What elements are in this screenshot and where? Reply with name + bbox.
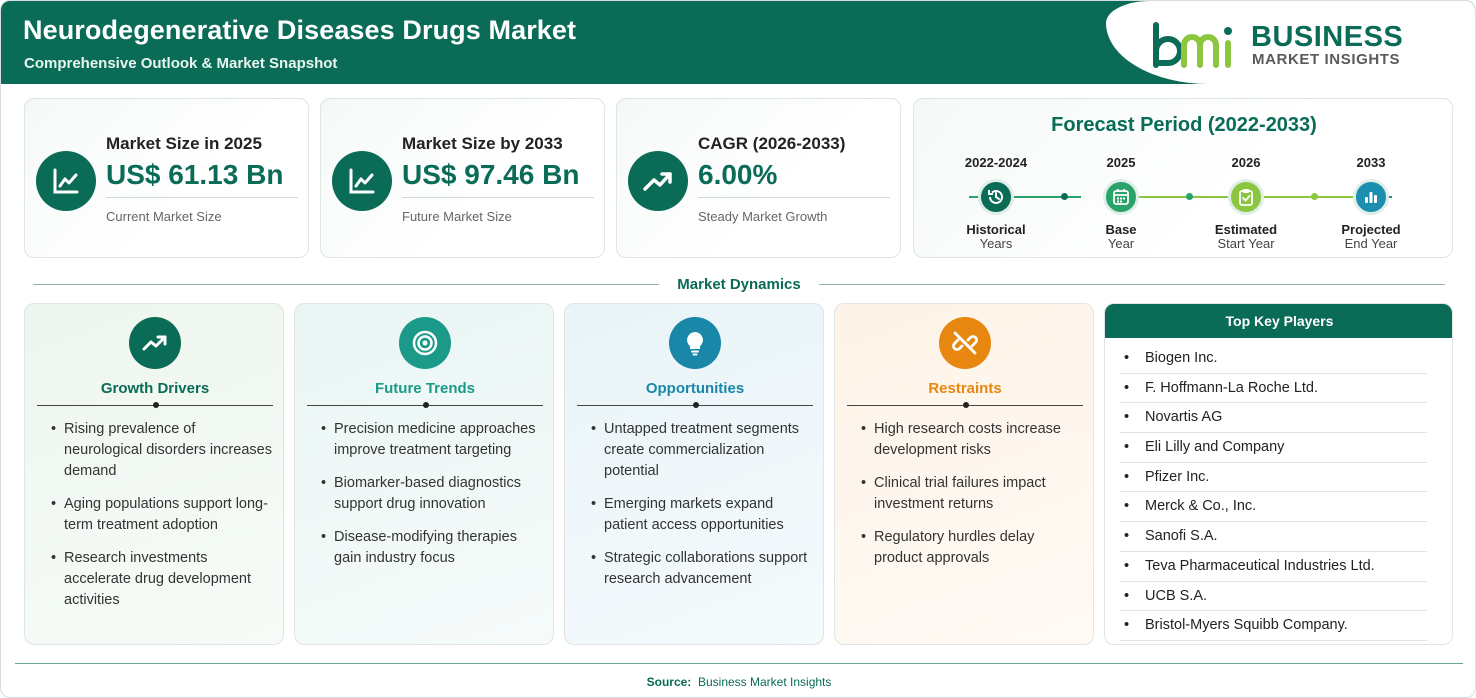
player-item: Bristol-Myers Squibb Company.	[1120, 611, 1427, 641]
broken-link-icon	[939, 317, 991, 369]
source-line: Source: Business Market Insights	[1, 675, 1475, 689]
list-item: High research costs increase development…	[861, 419, 1085, 461]
divider	[698, 197, 890, 198]
divider-dot	[423, 402, 429, 408]
player-item: Merck & Co., Inc.	[1120, 492, 1427, 523]
list-item: Clinical trial failures impact investmen…	[861, 473, 1085, 515]
metric-value: 6.00%	[698, 159, 778, 190]
calendar-icon	[1103, 179, 1139, 215]
player-item: Pfizer Inc.	[1120, 463, 1427, 493]
player-item: UCB S.A.	[1120, 582, 1427, 612]
timeline-dot	[1186, 193, 1193, 200]
player-item: F. Hoffmann-La Roche Ltd.	[1120, 374, 1427, 404]
divider	[106, 197, 298, 198]
line-chart-icon	[36, 151, 96, 211]
timeline-label: Estimated	[1214, 222, 1278, 237]
timeline-label: Projected	[1341, 222, 1401, 237]
panel-title: Future Trends	[374, 380, 475, 397]
metric-card-market-size-2033: Market Size by 2033 US$ 97.46 Bn Future …	[320, 98, 605, 258]
timeline-label: Base	[1105, 222, 1137, 237]
timeline-dot	[1311, 193, 1318, 200]
header-banner: Neurodegenerative Diseases Drugs Market …	[1, 1, 1475, 84]
panel-restraints: Restraints High research costs increase …	[834, 303, 1094, 645]
panel-title: Growth Drivers	[100, 380, 210, 397]
timeline-year: 2025	[1106, 155, 1136, 170]
bullet-list: Untapped treatment segments create comme…	[591, 419, 815, 602]
metric-card-market-size-2025: Market Size in 2025 US$ 61.13 Bn Current…	[24, 98, 309, 258]
divider-dot	[963, 402, 969, 408]
logo-text-market-insights: MARKET INSIGHTS	[1252, 51, 1401, 68]
list-item: Regulatory hurdles delay product approva…	[861, 527, 1085, 569]
timeline-sublabel: Start Year	[1217, 236, 1275, 251]
bmi-logo-icon	[1153, 22, 1232, 68]
player-item: Novartis AG	[1120, 403, 1427, 434]
bullet-list: High research costs increase development…	[861, 419, 1085, 581]
metric-note: Current Market Size	[106, 209, 222, 224]
line-chart-icon	[332, 151, 392, 211]
bar-chart-icon	[1353, 179, 1389, 215]
timeline-sublabel: Year	[1107, 236, 1135, 251]
metric-label: Market Size in 2025	[106, 134, 262, 153]
logo: BUSINESS MARKET INSIGHTS	[1106, 1, 1475, 84]
timeline-sublabel: End Year	[1344, 236, 1398, 251]
player-item: Sanofi S.A.	[1120, 522, 1427, 552]
panel-title: Opportunities	[645, 380, 745, 397]
forecast-period-card: Forecast Period (2022-2033) 2022-2024 Hi…	[913, 98, 1453, 258]
page-title: Neurodegenerative Diseases Drugs Market	[23, 15, 577, 45]
divider-dot	[153, 402, 159, 408]
section-title-market-dynamics: Market Dynamics	[677, 276, 801, 293]
bullet-list: Precision medicine approaches improve tr…	[321, 419, 545, 581]
logo-text-business: BUSINESS	[1251, 21, 1404, 53]
panel-future-trends: Future Trends Precision medicine approac…	[294, 303, 554, 645]
list-item: Biomarker-based diagnostics support drug…	[321, 473, 545, 515]
source-label: Source:	[646, 675, 692, 689]
target-icon	[399, 317, 451, 369]
player-item: Biogen Inc.	[1120, 344, 1427, 374]
metric-note: Future Market Size	[402, 209, 512, 224]
source-value: Business Market Insights	[697, 675, 832, 689]
panel-title: Restraints	[928, 380, 1002, 397]
players-list: Biogen Inc. F. Hoffmann-La Roche Ltd. No…	[1120, 344, 1427, 641]
metric-value: US$ 61.13 Bn	[106, 159, 284, 190]
list-item: Emerging markets expand patient access o…	[591, 494, 815, 536]
metric-label: Market Size by 2033	[402, 134, 563, 153]
metric-value: US$ 97.46 Bn	[402, 159, 580, 190]
forecast-title: Forecast Period (2022-2033)	[1051, 114, 1317, 136]
list-item: Research investments accelerate drug dev…	[51, 548, 275, 611]
metric-note: Steady Market Growth	[698, 209, 828, 224]
list-item: Strategic collaborations support researc…	[591, 548, 815, 590]
bullet-list: Rising prevalence of neurological disord…	[51, 419, 275, 623]
timeline-year: 2033	[1356, 155, 1386, 170]
page-subtitle: Comprehensive Outlook & Market Snapshot	[24, 55, 338, 72]
timeline-sublabel: Years	[979, 236, 1013, 251]
panel-opportunities: Opportunities Untapped treatment segment…	[564, 303, 824, 645]
list-item: Aging populations support long-term trea…	[51, 494, 275, 536]
metric-card-cagr: CAGR (2026-2033) 6.00% Steady Market Gro…	[616, 98, 901, 258]
timeline-dot	[1061, 193, 1068, 200]
list-item: Rising prevalence of neurological disord…	[51, 419, 275, 482]
timeline-label: Historical	[966, 222, 1026, 237]
clipboard-check-icon	[1228, 179, 1264, 215]
lightbulb-icon	[669, 317, 721, 369]
list-item: Disease-modifying therapies gain industr…	[321, 527, 545, 569]
panel-growth-drivers: Growth Drivers Rising prevalence of neur…	[24, 303, 284, 645]
infographic-frame: Neurodegenerative Diseases Drugs Market …	[0, 0, 1476, 698]
top-key-players-card: Top Key Players Biogen Inc. F. Hoffmann-…	[1104, 303, 1453, 645]
timeline-year: 2026	[1231, 155, 1261, 170]
footer-divider	[15, 663, 1463, 664]
divider-dot	[693, 402, 699, 408]
player-item: Eli Lilly and Company	[1120, 433, 1427, 463]
list-item: Precision medicine approaches improve tr…	[321, 419, 545, 461]
player-item: Teva Pharmaceutical Industries Ltd.	[1120, 552, 1427, 582]
metric-label: CAGR (2026-2033)	[698, 134, 846, 153]
history-icon	[978, 179, 1014, 215]
list-item: Untapped treatment segments create comme…	[591, 419, 815, 482]
trending-up-icon	[129, 317, 181, 369]
trending-up-icon	[628, 151, 688, 211]
divider	[402, 197, 594, 198]
players-title: Top Key Players	[1105, 304, 1452, 338]
timeline-year: 2022-2024	[964, 155, 1028, 170]
